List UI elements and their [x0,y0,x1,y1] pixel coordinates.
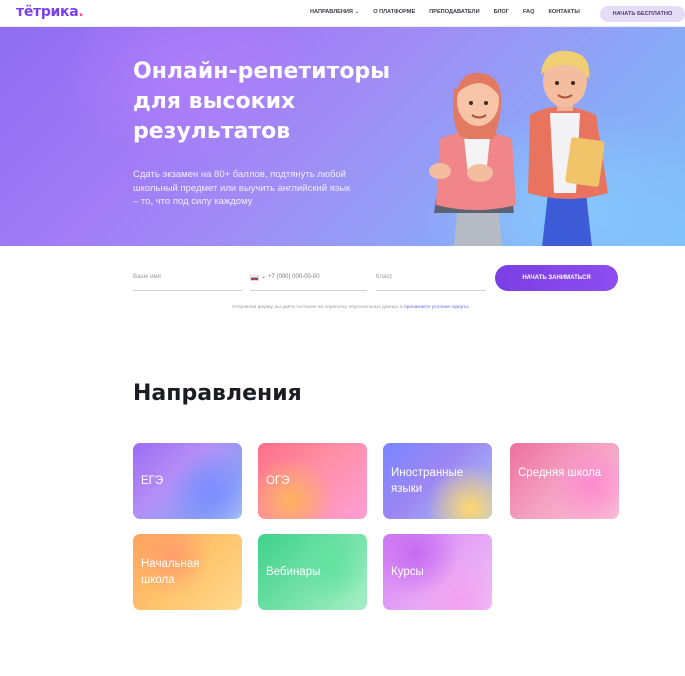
name-field[interactable]: Ваше имя [133,271,242,291]
direction-card-foreign-languages[interactable]: Иностранные языки [383,443,492,519]
phone-field[interactable]: ⌄ +7 (000) 000-00-00 [250,271,367,291]
nav-item-contacts[interactable]: Контакты [548,9,579,15]
name-placeholder: Ваше имя [133,274,161,280]
policy-note: Отправляя форму, вы даёте согласие на об… [232,305,522,310]
directions-title: Направления [133,381,302,406]
boy-figure [528,50,608,246]
direction-card-middle-school[interactable]: Средняя школа [510,443,619,519]
class-placeholder: Класс [376,274,393,280]
direction-card-oge[interactable]: ОГЭ [258,443,367,519]
girl-figure [429,72,516,246]
hero-title: Онлайн-репетиторы для высоких результато… [133,59,391,144]
card-label: Вебинары [266,566,321,578]
hero-subtitle: Сдать экзамен на 80+ баллов, подтянуть л… [133,169,351,207]
card-label: Курсы [391,566,424,578]
phone-placeholder: +7 (000) 000-00-00 [268,274,320,280]
start-free-button[interactable]: Начать бесплатно [600,6,685,22]
main-nav: Направления ⌄ О платформе Преподаватели … [310,9,580,15]
start-learning-button[interactable]: Начать заниматься [495,265,618,291]
chevron-down-icon[interactable]: ⌄ [261,273,266,280]
nav-item-directions[interactable]: Направления ⌄ [310,9,359,15]
nav-item-blog[interactable]: Блог [494,9,509,15]
nav-item-teachers[interactable]: Преподаватели [429,9,479,15]
students-illustration [429,50,608,246]
card-label: ЕГЭ [141,475,164,487]
nav-item-platform[interactable]: О платформе [373,9,415,15]
direction-card-primary-school[interactable]: Начальная школа [133,534,242,610]
direction-card-webinars[interactable]: Вебинары [258,534,367,610]
card-label: ОГЭ [266,475,290,487]
site-header: тётрика. Направления ⌄ О платформе Препо… [0,0,685,27]
direction-card-ege[interactable]: ЕГЭ [133,443,242,519]
logo-dot: . [78,4,84,20]
russia-flag-icon[interactable] [250,275,259,281]
policy-text: Отправляя форму, вы даёте согласие на об… [232,305,405,310]
logo[interactable]: тётрика. [16,4,84,20]
nav-item-faq[interactable]: FAQ [523,9,535,15]
hero-banner: Онлайн-репетиторы для высоких результато… [0,27,685,246]
card-label: Средняя школа [518,467,602,479]
card-label: Иностранные языки [391,467,464,495]
card-label: Начальная школа [141,558,200,586]
logo-text: тётрика [16,4,79,20]
direction-card-courses[interactable]: Курсы [383,534,492,610]
policy-link[interactable]: принимаете условия оферты [404,305,469,310]
class-select[interactable]: Класс [376,271,486,291]
